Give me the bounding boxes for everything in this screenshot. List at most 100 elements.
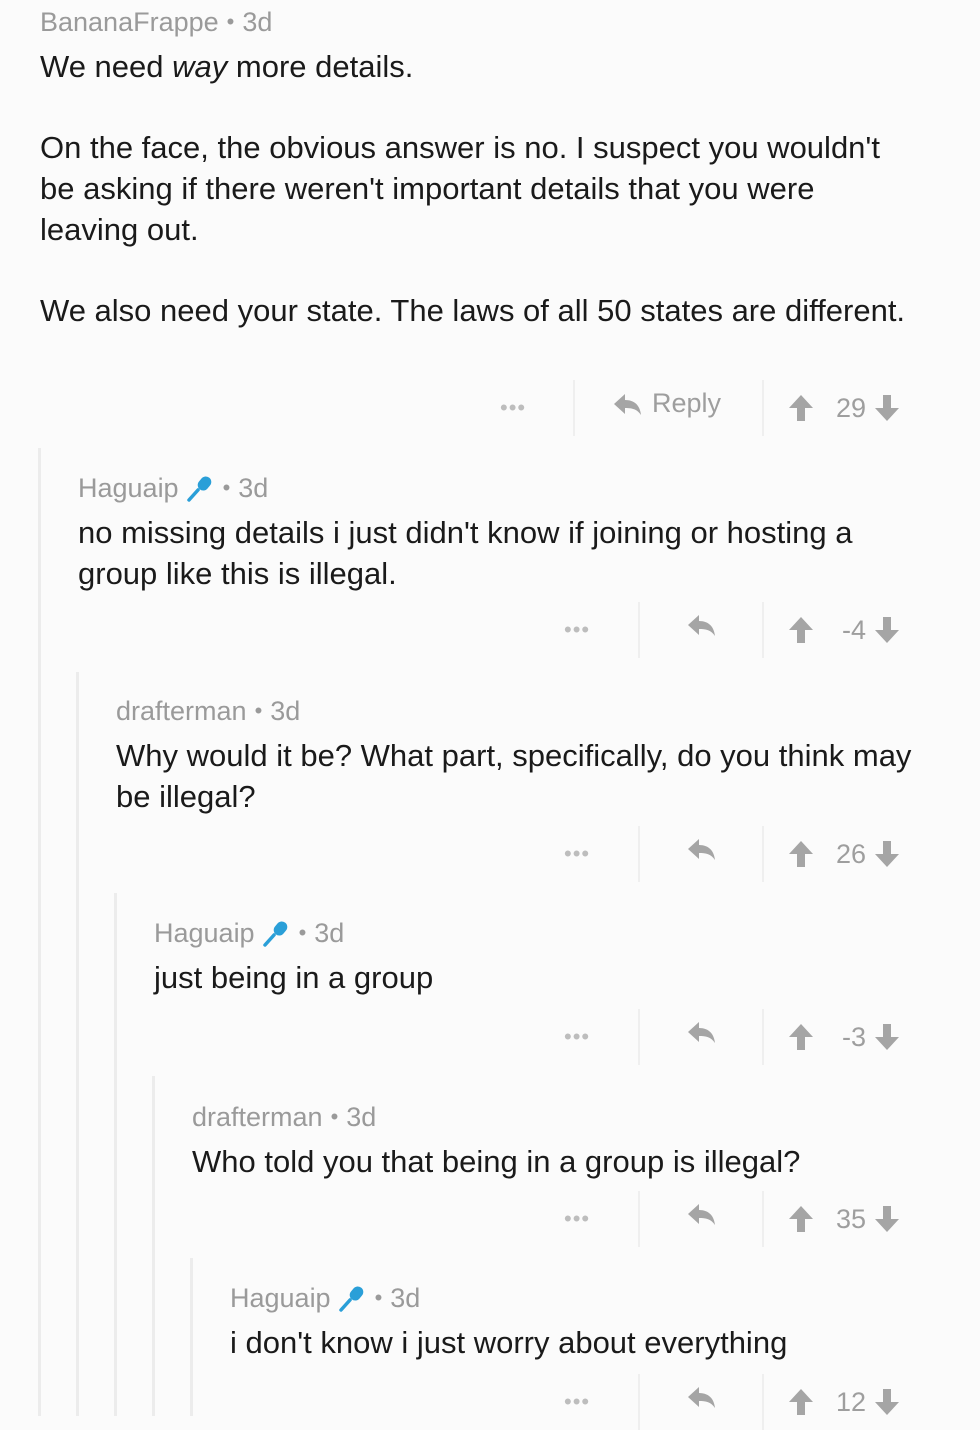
thread-line-depth-3: [114, 893, 117, 1416]
microphone-icon: [262, 921, 287, 947]
more-options-icon[interactable]: •••: [564, 1208, 590, 1230]
action-divider: [762, 826, 764, 882]
vote-controls: 29: [788, 388, 900, 428]
comment-score: -3: [841, 1021, 866, 1052]
comment-meta: drafterman • 3d: [116, 693, 980, 729]
meta-separator-dot: •: [374, 1285, 383, 1310]
meta-separator-dot: •: [330, 1104, 339, 1129]
comment-score: -4: [841, 614, 866, 645]
comment-author[interactable]: Haguaip: [154, 915, 255, 951]
more-options-icon[interactable]: •••: [500, 397, 526, 419]
action-divider: [762, 602, 764, 658]
comment-actions: ••• 12: [230, 1374, 980, 1430]
comment-text-emphasis: way: [172, 49, 228, 84]
comment-actions: ••• Reply 29: [40, 380, 980, 436]
microphone-icon: [186, 476, 211, 502]
comment-paragraph: On the face, the obvious answer is no. I…: [40, 130, 880, 247]
comment-score: 26: [835, 838, 866, 869]
vote-controls: 26: [788, 834, 900, 874]
downvote-arrow-icon[interactable]: [874, 1387, 900, 1417]
comment-text-segment: more details.: [227, 49, 414, 84]
reply-arrow-icon: [614, 393, 641, 415]
vote-controls: 35: [788, 1199, 900, 1239]
reply-label: Reply: [652, 388, 722, 418]
comment-actions: ••• 35: [192, 1191, 980, 1247]
comment-age: 3d: [346, 1102, 377, 1132]
comment-paragraph: i don't know i just worry about everythi…: [230, 1325, 788, 1360]
comment-author[interactable]: drafterman: [192, 1099, 323, 1135]
comment-meta: Haguaip • 3d: [78, 470, 980, 506]
upvote-arrow-icon[interactable]: [788, 1387, 814, 1417]
comment-paragraph: We need way more details.: [40, 46, 920, 87]
comment-body: Who told you that being in a group is il…: [192, 1141, 952, 1182]
comment-age: 3d: [390, 1283, 421, 1313]
reply-arrow-icon: [688, 1204, 715, 1225]
action-divider: [762, 1374, 764, 1430]
thread-line-depth-5: [190, 1258, 193, 1416]
meta-separator-dot: •: [222, 475, 231, 500]
action-divider: [762, 1191, 764, 1247]
comment-paragraph: Who told you that being in a group is il…: [192, 1144, 801, 1179]
comment: BananaFrappe • 3d We need way more detai…: [40, 4, 980, 444]
comment-actions: ••• -3: [154, 1009, 980, 1065]
reply-button[interactable]: [686, 610, 726, 640]
action-divider: [638, 602, 640, 658]
comment-body: no missing details i just didn't know if…: [78, 512, 938, 594]
comment: Haguaip • 3d no missing details i just d…: [78, 470, 980, 670]
upvote-arrow-icon[interactable]: [788, 393, 814, 423]
reply-button[interactable]: Reply: [612, 388, 721, 419]
upvote-arrow-icon[interactable]: [788, 839, 814, 869]
comment-author[interactable]: drafterman: [116, 693, 247, 729]
more-options-icon[interactable]: •••: [564, 843, 590, 865]
vote-controls: -3: [788, 1017, 900, 1057]
comment-paragraph: Why would it be? What part, specifically…: [116, 738, 912, 814]
reply-arrow-icon: [688, 1387, 715, 1408]
downvote-arrow-icon[interactable]: [874, 615, 900, 645]
vote-controls: -4: [788, 610, 900, 650]
comment-paragraph: no missing details i just didn't know if…: [78, 515, 853, 591]
comment-age: 3d: [242, 7, 273, 37]
reply-button[interactable]: [686, 834, 726, 864]
thread-line-depth-2: [76, 672, 79, 1416]
comment-author[interactable]: Haguaip: [78, 470, 179, 506]
more-options-icon[interactable]: •••: [564, 1391, 590, 1413]
reply-arrow-icon: [688, 615, 715, 636]
microphone-icon: [338, 1286, 363, 1312]
comment-actions: ••• 26: [116, 826, 980, 882]
action-divider: [762, 380, 764, 436]
reply-button[interactable]: [686, 1382, 726, 1412]
comment-author[interactable]: Haguaip: [230, 1280, 331, 1316]
reply-button[interactable]: [686, 1017, 726, 1047]
downvote-arrow-icon[interactable]: [874, 839, 900, 869]
action-divider: [638, 826, 640, 882]
more-options-icon[interactable]: •••: [564, 619, 590, 641]
comment-author[interactable]: BananaFrappe: [40, 4, 219, 40]
comment-score: 12: [835, 1386, 866, 1417]
comment-body: Why would it be? What part, specifically…: [116, 735, 946, 817]
more-options-icon[interactable]: •••: [564, 1026, 590, 1048]
thread-line-depth-1: [38, 448, 41, 1416]
action-divider: [762, 1009, 764, 1065]
comment: drafterman • 3d Who told you that being …: [192, 1099, 980, 1259]
meta-separator-dot: •: [254, 698, 263, 723]
upvote-arrow-icon[interactable]: [788, 615, 814, 645]
thread-line-depth-4: [152, 1076, 155, 1416]
downvote-arrow-icon[interactable]: [874, 393, 900, 423]
comment-body: i don't know i just worry about everythi…: [230, 1322, 950, 1363]
upvote-arrow-icon[interactable]: [788, 1204, 814, 1234]
comment: drafterman • 3d Why would it be? What pa…: [116, 693, 980, 893]
vote-controls: 12: [788, 1382, 900, 1422]
comment: Haguaip • 3d just being in a group ••• -…: [154, 915, 980, 1075]
downvote-arrow-icon[interactable]: [874, 1204, 900, 1234]
comment-meta: BananaFrappe • 3d: [40, 4, 980, 40]
comment-body: We need way more details. On the face, t…: [40, 46, 920, 331]
upvote-arrow-icon[interactable]: [788, 1022, 814, 1052]
reply-button[interactable]: [686, 1199, 726, 1229]
comment-score: 29: [835, 392, 866, 423]
comment-age: 3d: [238, 473, 269, 503]
comment-text-segment: We need: [40, 49, 173, 84]
meta-separator-dot: •: [298, 920, 307, 945]
reply-arrow-icon: [688, 839, 715, 860]
downvote-arrow-icon[interactable]: [874, 1022, 900, 1052]
comment-meta: Haguaip • 3d: [154, 915, 980, 951]
